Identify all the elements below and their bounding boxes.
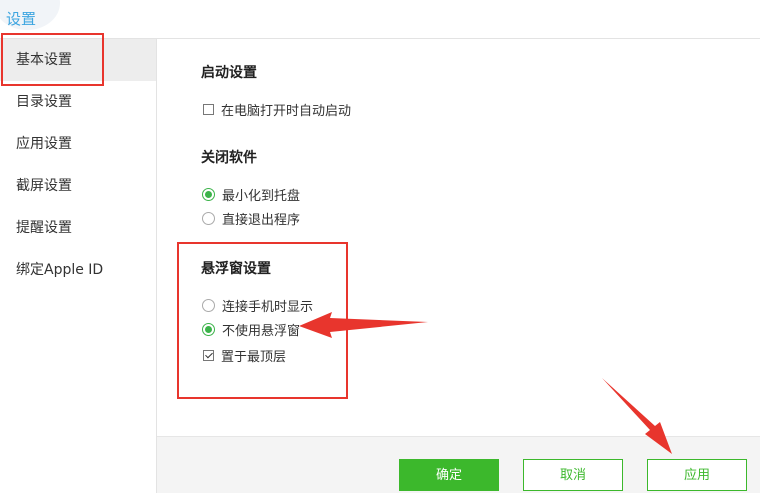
footer-bar: 确定 取消 应用 <box>157 436 760 493</box>
sidebar: 基本设置 目录设置 应用设置 截屏设置 提醒设置 绑定Apple ID <box>0 39 157 493</box>
exit-program-radio[interactable]: 直接退出程序 <box>202 209 300 228</box>
show-on-connect-radio[interactable]: 连接手机时显示 <box>202 296 313 315</box>
close-section-title: 关闭软件 <box>201 150 257 166</box>
sidebar-item-directory-settings[interactable]: 目录设置 <box>0 81 156 123</box>
sidebar-item-basic-settings[interactable]: 基本设置 <box>0 39 156 81</box>
sidebar-item-screenshot-settings[interactable]: 截屏设置 <box>0 165 156 207</box>
exit-program-label: 直接退出程序 <box>222 213 301 228</box>
title-bar: 设置 <box>0 0 760 39</box>
sidebar-item-app-settings[interactable]: 应用设置 <box>0 123 156 165</box>
no-floating-window-label: 不使用悬浮窗 <box>222 324 301 339</box>
radio-selected-icon <box>202 323 215 336</box>
sidebar-item-bind-apple-id[interactable]: 绑定Apple ID <box>0 249 156 291</box>
auto-start-checkbox[interactable]: 在电脑打开时自动启动 <box>203 100 351 119</box>
radio-selected-icon <box>202 188 215 201</box>
checkbox-unchecked-icon <box>203 104 214 115</box>
show-on-connect-label: 连接手机时显示 <box>222 300 314 315</box>
sidebar-item-reminder-settings[interactable]: 提醒设置 <box>0 207 156 249</box>
checkbox-checked-icon <box>203 350 214 361</box>
always-on-top-checkbox[interactable]: 置于最顶层 <box>203 346 286 365</box>
cancel-button[interactable]: 取消 <box>523 459 623 491</box>
radio-unselected-icon <box>202 299 215 312</box>
auto-start-label: 在电脑打开时自动启动 <box>221 104 352 119</box>
minimize-to-tray-radio[interactable]: 最小化到托盘 <box>202 185 300 204</box>
startup-section-title: 启动设置 <box>201 65 257 81</box>
apply-button[interactable]: 应用 <box>647 459 747 491</box>
ok-button[interactable]: 确定 <box>399 459 499 491</box>
window-title: 设置 <box>6 10 37 28</box>
always-on-top-label: 置于最顶层 <box>221 350 287 365</box>
no-floating-window-radio[interactable]: 不使用悬浮窗 <box>202 320 300 339</box>
settings-content: 启动设置 在电脑打开时自动启动 关闭软件 最小化到托盘 直接退出程序 悬浮窗设置… <box>157 39 760 436</box>
floating-section-title: 悬浮窗设置 <box>201 261 271 277</box>
minimize-to-tray-label: 最小化到托盘 <box>222 189 301 204</box>
radio-unselected-icon <box>202 212 215 225</box>
